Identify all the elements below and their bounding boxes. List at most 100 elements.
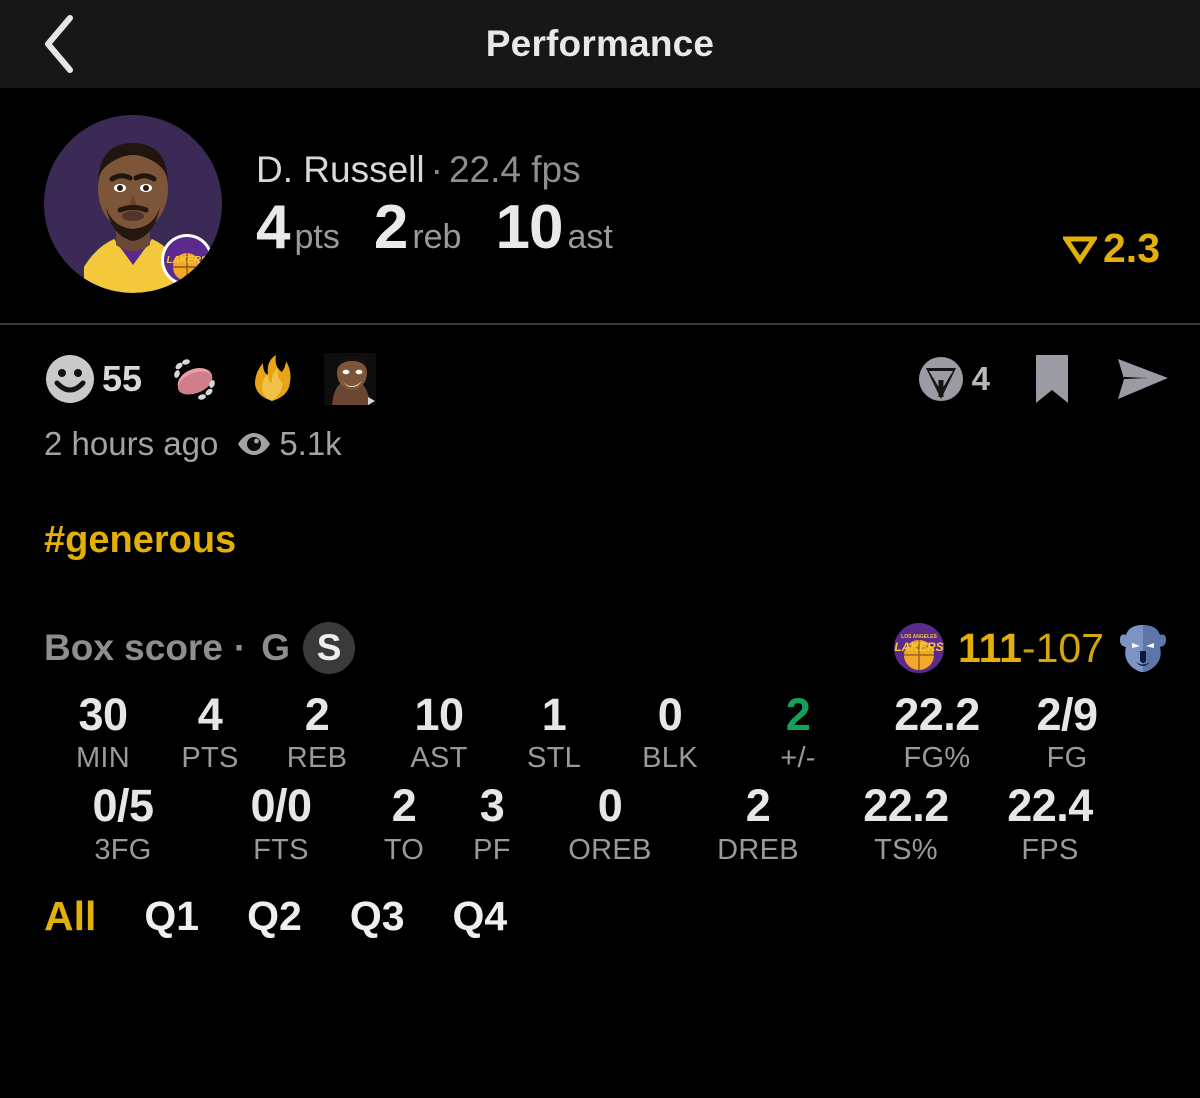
score-text: 111-107 bbox=[958, 624, 1104, 671]
box-score-separator: · bbox=[233, 627, 247, 668]
player-avatar[interactable]: LAKERS bbox=[44, 114, 222, 293]
game-score[interactable]: LOS ANGELES LAKERS 111-107 bbox=[890, 621, 1172, 675]
stat-cell-to: 2 TO bbox=[360, 780, 448, 866]
stat-value: 1 bbox=[541, 689, 567, 740]
stats-row-2: 0/5 3FG 0/0 FTS 2 TO 3 PF 0 OREB 2 DREB 22.2 TS% 22.4 F… bbox=[44, 780, 1200, 866]
quick-stat-reb-label: reb bbox=[412, 218, 462, 257]
stat-cell-dreb: 2 DREB bbox=[684, 780, 832, 866]
stat-value: 3 bbox=[479, 780, 505, 832]
stat-label: BLK bbox=[642, 742, 698, 775]
player-info: D. Russell · 22.4 fps 4 pts 2 reb 10 ast bbox=[256, 148, 1172, 260]
stat-cell-pf: 3 PF bbox=[448, 780, 536, 866]
custom-face-emoji[interactable] bbox=[324, 353, 377, 405]
stat-value: 2 bbox=[304, 689, 330, 740]
name-separator: · bbox=[430, 148, 443, 190]
quarter-tab-all[interactable]: All bbox=[44, 893, 96, 940]
post-meta: 2 hours ago 5.1k bbox=[44, 425, 1172, 463]
comment-circle-icon bbox=[918, 357, 963, 401]
triangle-down-icon bbox=[1063, 236, 1097, 264]
comment-button[interactable]: 4 bbox=[915, 353, 990, 405]
reaction-summary[interactable]: 55 bbox=[44, 353, 142, 405]
stat-label: FG bbox=[1046, 742, 1088, 775]
quarter-tab-q4[interactable]: Q4 bbox=[453, 893, 508, 940]
stat-label: +/- bbox=[780, 742, 816, 775]
clapping-hands-emoji[interactable] bbox=[168, 353, 220, 405]
hashtag-link[interactable]: #generous bbox=[44, 519, 236, 562]
score-dash: - bbox=[1021, 624, 1036, 671]
stat-cell-min: 30 MIN bbox=[44, 689, 162, 775]
stat-label: MIN bbox=[75, 742, 131, 775]
share-button[interactable] bbox=[1114, 355, 1172, 403]
player-card[interactable]: LAKERS D. Russell · 22.4 fps 4 pts 2 reb 1… bbox=[0, 88, 1200, 323]
stat-value: 2 bbox=[745, 780, 771, 832]
stat-cell-fg-: 22.2 FG% bbox=[862, 689, 1012, 775]
quarter-tabs: All Q1 Q2 Q3 Q4 bbox=[44, 893, 1200, 940]
quick-stat-pts-value: 4 bbox=[256, 193, 290, 263]
stat-label: FTS bbox=[253, 833, 309, 866]
toggle-game-stats[interactable]: G bbox=[257, 627, 294, 669]
reaction-row: 55 4 bbox=[44, 347, 1172, 411]
stat-value: 0 bbox=[657, 689, 683, 740]
stat-cell-ts-: 22.2 TS% bbox=[832, 780, 980, 866]
quarter-tab-q1[interactable]: Q1 bbox=[144, 893, 199, 940]
home-score: 111 bbox=[958, 624, 1022, 671]
player-name-line: D. Russell · 22.4 fps bbox=[256, 148, 1172, 192]
quick-stat-ast: 10 ast bbox=[495, 197, 612, 259]
view-count-group: 5.1k bbox=[236, 425, 342, 463]
stat-cell-reb: 2 REB bbox=[258, 689, 376, 775]
quick-stat-pts-label: pts bbox=[294, 218, 340, 257]
comment-count: 4 bbox=[971, 360, 990, 397]
rating-value: 2.3 bbox=[1103, 225, 1160, 271]
stat-cell-stl: 1 STL bbox=[502, 689, 606, 775]
quarter-tab-q3[interactable]: Q3 bbox=[350, 893, 405, 940]
page-title: Performance bbox=[485, 23, 715, 64]
chevron-left-icon bbox=[45, 15, 73, 73]
view-count: 5.1k bbox=[279, 425, 342, 462]
stat-label: STL bbox=[526, 742, 582, 775]
player-fps: 22.4 fps bbox=[448, 148, 581, 190]
stat-cell--: 2 +/- bbox=[734, 689, 862, 775]
toggle-season-stats[interactable]: S bbox=[303, 622, 356, 674]
stat-value: 2 bbox=[785, 689, 811, 740]
app-header: Performance bbox=[0, 0, 1200, 88]
stat-cell-fps: 22.4 FPS bbox=[980, 780, 1120, 866]
stat-label: AST bbox=[410, 742, 468, 775]
stat-cell-oreb: 0 OREB bbox=[536, 780, 684, 866]
stat-cell-pts: 4 PTS bbox=[162, 689, 258, 775]
stat-cell-blk: 0 BLK bbox=[606, 689, 734, 775]
bookmark-button[interactable] bbox=[1028, 352, 1076, 406]
social-section: 55 4 2 hours ago 5.1k bbox=[0, 325, 1200, 463]
stat-value: 22.4 bbox=[1007, 780, 1093, 832]
quick-stat-ast-value: 10 bbox=[495, 193, 563, 263]
eye-icon bbox=[238, 433, 271, 455]
avatar-image: LAKERS bbox=[44, 114, 222, 293]
stat-value: 22.2 bbox=[894, 689, 980, 740]
bookmark-icon bbox=[1036, 355, 1068, 403]
quick-stat-ast-label: ast bbox=[567, 218, 613, 257]
fire-emoji[interactable] bbox=[246, 353, 298, 405]
reaction-count: 55 bbox=[102, 358, 143, 399]
stat-cell-fts: 0/0 FTS bbox=[202, 780, 360, 866]
stat-value: 30 bbox=[78, 689, 128, 740]
quick-stat-reb: 2 reb bbox=[374, 197, 462, 259]
quarter-tab-q2[interactable]: Q2 bbox=[247, 893, 302, 940]
stat-value: 0/0 bbox=[250, 780, 312, 832]
performance-rating: 2.3 bbox=[1063, 228, 1160, 269]
player-name: D. Russell bbox=[256, 148, 425, 190]
stat-value: 4 bbox=[197, 689, 223, 740]
stat-value: 2 bbox=[391, 780, 417, 832]
grizzlies-logo bbox=[1120, 625, 1166, 672]
quick-stat-pts: 4 pts bbox=[256, 197, 340, 259]
lakers-logo-badge: LAKERS bbox=[161, 233, 213, 286]
stat-label: TS% bbox=[874, 833, 938, 866]
stat-label: PF bbox=[473, 833, 511, 866]
stat-label: DREB bbox=[717, 833, 799, 866]
back-button[interactable] bbox=[28, 12, 92, 76]
stat-label: 3FG bbox=[94, 833, 152, 866]
stat-value: 10 bbox=[414, 689, 464, 740]
stat-value: 2/9 bbox=[1036, 689, 1098, 740]
send-icon bbox=[1118, 359, 1168, 399]
stats-grid: 30 MIN 4 PTS 2 REB 10 AST 1 STL 0 BLK 2 +/- 22.2 FG% 2/9… bbox=[44, 689, 1200, 867]
lakers-logo: LOS ANGELES LAKERS bbox=[894, 623, 945, 673]
player-quick-stats: 4 pts 2 reb 10 ast bbox=[256, 197, 1172, 259]
